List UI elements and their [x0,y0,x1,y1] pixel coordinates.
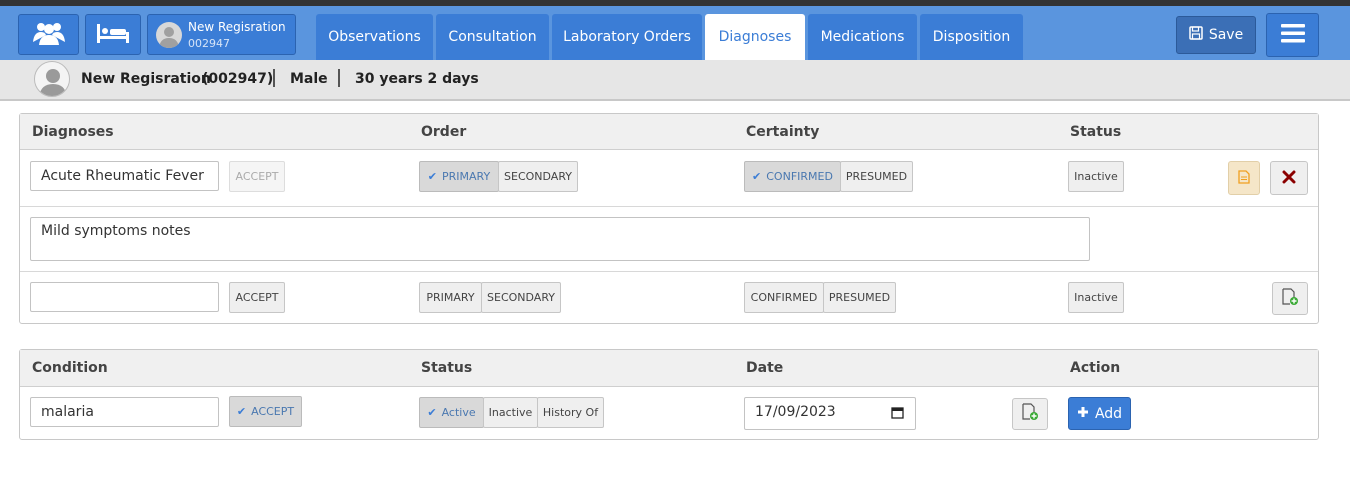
column-header-action: Action [1070,360,1121,376]
column-header-condition: Condition [32,360,108,376]
status-inactive-button[interactable]: Inactive [1068,161,1124,192]
floppy-disk-icon [1189,26,1203,44]
conditions-panel: Condition Status Date Action malaria ✔ A… [19,349,1319,440]
new-diagnosis-input[interactable] [30,282,219,312]
bed-button[interactable] [85,14,141,55]
column-header-date: Date [746,360,784,376]
divider [273,69,275,87]
patient-avatar-large [34,61,70,97]
order-primary-label: PRIMARY [442,170,491,183]
document-note-icon [1238,169,1250,188]
patient-name: New Regisration [188,20,286,34]
tab-observations[interactable]: Observations [316,14,433,60]
check-icon: ✔ [752,170,762,183]
tab-disposition[interactable]: Disposition [920,14,1023,60]
patient-bar-name: New Regisration [81,71,211,87]
patient-info-bar: New Regisration (002947) Male 30 years 2… [0,60,1350,101]
diagnosis-input[interactable]: Acute Rheumatic Fever [30,161,219,191]
new-status-inactive-button[interactable]: Inactive [1068,282,1124,313]
document-plus-icon [1282,287,1298,310]
diagnoses-panel: Diagnoses Order Certainty Status Acute R… [19,113,1319,324]
condition-add-document-button[interactable] [1012,398,1048,430]
patient-bar-age: 30 years 2 days [355,71,479,87]
patient-id: 002947 [188,37,230,50]
delete-button[interactable] [1270,161,1308,195]
new-order-secondary-button[interactable]: SECONDARY [481,282,561,313]
divider [338,69,340,87]
patient-bar-id: (002947) [202,71,274,87]
users-group-icon [31,20,67,50]
document-plus-icon [1022,403,1038,425]
check-icon: ✔ [427,170,437,183]
conditions-table-header: Condition Status Date Action [20,350,1318,387]
accept-button[interactable]: ACCEPT [229,161,285,192]
diagnoses-table-header: Diagnoses Order Certainty Status [20,114,1318,150]
status-history-of-button[interactable]: History Of [537,397,604,428]
patient-switch-button[interactable]: New Regisration 002947 [147,14,296,55]
order-secondary-button[interactable]: SECONDARY [498,161,578,192]
status-inactive-button[interactable]: Inactive [483,397,538,428]
tab-medications[interactable]: Medications [808,14,917,60]
column-header-status: Status [1070,124,1122,140]
close-x-icon [1282,169,1296,188]
hamburger-menu-icon [1280,23,1305,47]
check-icon: ✔ [236,405,247,418]
patients-button[interactable] [18,14,79,55]
certainty-confirmed-label: CONFIRMED [766,170,833,183]
new-diagnosis-row: ACCEPT PRIMARY SECONDARY CONFIRMED PRESU… [20,272,1318,324]
status-active-label: Active [441,406,476,419]
condition-accept-label: ACCEPT [251,405,295,418]
condition-input[interactable]: malaria [30,397,219,427]
calendar-icon[interactable] [891,406,904,423]
top-header: New Regisration 002947 Observations Cons… [0,6,1350,60]
column-header-status: Status [421,360,473,376]
new-order-primary-button[interactable]: PRIMARY [419,282,482,313]
status-active-button[interactable]: ✔ Active [419,397,484,428]
condition-accept-button[interactable]: ✔ ACCEPT [229,396,302,427]
condition-row: malaria ✔ ACCEPT ✔ Active Inactive Histo… [20,387,1318,440]
column-header-certainty: Certainty [746,124,820,140]
tab-consultation[interactable]: Consultation [436,14,549,60]
diagnosis-row: Acute Rheumatic Fever ACCEPT ✔ PRIMARY S… [20,150,1318,207]
add-label: Add [1094,405,1123,422]
diagnosis-notes-textarea[interactable]: Mild symptoms notes [30,217,1090,261]
condition-date-input[interactable]: 17/09/2023 [744,397,916,430]
save-button[interactable]: Save [1176,16,1256,54]
tab-diagnoses[interactable]: Diagnoses [705,14,805,60]
condition-date-value: 17/09/2023 [755,404,836,420]
diagnosis-notes-row: Mild symptoms notes [20,207,1318,272]
notes-button[interactable] [1228,161,1260,195]
new-certainty-presumed-button[interactable]: PRESUMED [823,282,896,313]
column-header-order: Order [421,124,467,140]
patient-bar-gender: Male [290,71,328,87]
column-header-diagnoses: Diagnoses [32,124,114,140]
certainty-presumed-button[interactable]: PRESUMED [840,161,913,192]
bed-icon [96,22,130,48]
add-diagnosis-button[interactable] [1272,282,1308,315]
check-icon: ✔ [427,406,437,419]
certainty-confirmed-button[interactable]: ✔ CONFIRMED [744,161,841,192]
menu-button[interactable] [1266,13,1319,57]
order-primary-button[interactable]: ✔ PRIMARY [419,161,499,192]
tab-laboratory-orders[interactable]: Laboratory Orders [552,14,702,60]
new-certainty-confirmed-button[interactable]: CONFIRMED [744,282,824,313]
save-label: Save [1208,27,1244,43]
new-accept-button[interactable]: ACCEPT [229,282,285,313]
add-condition-button[interactable]: Add [1068,397,1131,430]
patient-avatar [156,22,182,48]
plus-icon [1077,406,1089,422]
